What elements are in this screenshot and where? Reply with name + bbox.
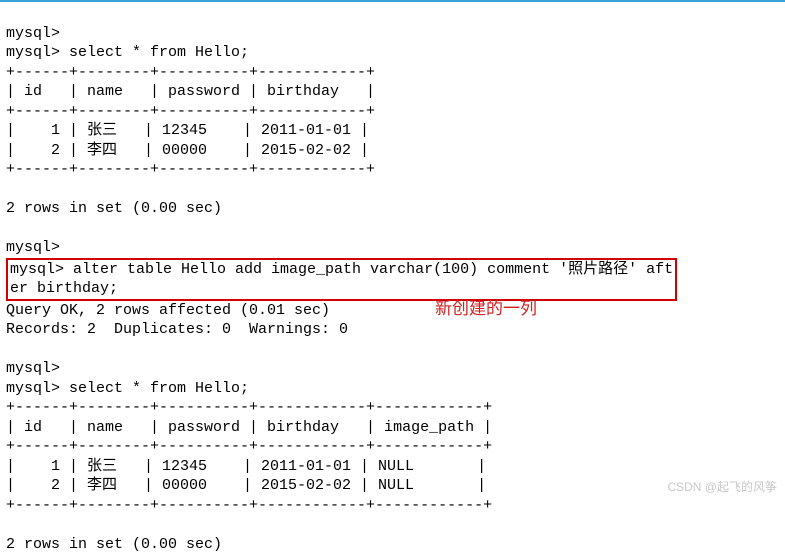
terminal-output: mysql> mysql> select * from Hello; +----… (0, 2, 785, 556)
prompt: mysql> (6, 360, 60, 377)
alter-line2: er birthday; (10, 280, 118, 297)
watermark: CSDN @起飞的风筝 (667, 480, 777, 496)
prompt: mysql> (6, 44, 60, 61)
table-border: +------+--------+----------+------------… (6, 103, 375, 120)
table-border: +------+--------+----------+------------… (6, 497, 492, 514)
sql-query: select * from Hello; (69, 44, 249, 61)
table-row: | 1 | 张三 | 12345 | 2011-01-01 | (6, 122, 369, 139)
table-header: | id | name | password | birthday | imag… (6, 419, 492, 436)
result-text: 2 rows in set (0.00 sec) (6, 200, 222, 217)
table-border: +------+--------+----------+------------… (6, 438, 492, 455)
sql-query: select * from Hello; (69, 380, 249, 397)
prompt: mysql> (6, 239, 60, 256)
table-border: +------+--------+----------+------------… (6, 161, 375, 178)
highlighted-command: mysql> alter table Hello add image_path … (6, 258, 677, 301)
result-text: Records: 2 Duplicates: 0 Warnings: 0 (6, 321, 348, 338)
table-row: | 1 | 张三 | 12345 | 2011-01-01 | NULL | (6, 458, 486, 475)
alter-line1: mysql> alter table Hello add image_path … (10, 261, 673, 278)
table-border: +------+--------+----------+------------… (6, 399, 492, 416)
prompt: mysql> (6, 25, 60, 42)
prompt: mysql> (6, 380, 60, 397)
result-text: Query OK, 2 rows affected (0.01 sec) (6, 302, 330, 319)
annotation-label: 新创建的一列 (435, 298, 537, 320)
table-border: +------+--------+----------+------------… (6, 64, 375, 81)
table-row: | 2 | 李四 | 00000 | 2015-02-02 | NULL | (6, 477, 486, 494)
result-text: 2 rows in set (0.00 sec) (6, 536, 222, 553)
table-header: | id | name | password | birthday | (6, 83, 375, 100)
table-row: | 2 | 李四 | 00000 | 2015-02-02 | (6, 142, 369, 159)
